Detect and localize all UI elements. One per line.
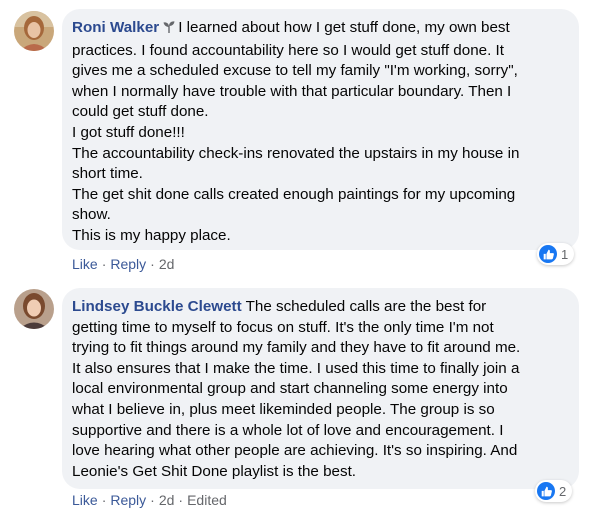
comment-timestamp[interactable]: 2d xyxy=(159,492,175,508)
comment-line: practices. I found accountability here s… xyxy=(72,41,504,59)
comment-timestamp[interactable]: 2d xyxy=(159,256,175,272)
separator: · xyxy=(150,492,155,508)
reaction-count: 2 xyxy=(559,483,567,499)
comment-line: This is my happy place. xyxy=(72,226,231,244)
comment-line: I got stuff done!!! xyxy=(72,123,185,141)
comment-line: The get shit done calls created enough p… xyxy=(72,185,516,203)
comment-line: getting time to myself to focus on stuff… xyxy=(72,318,494,336)
separator: · xyxy=(101,256,107,272)
comment-line: love hearing what other people are achie… xyxy=(72,442,518,460)
comment-line: what I believe in, plus meet likeminded … xyxy=(72,400,495,418)
edited-label[interactable]: Edited xyxy=(187,492,227,508)
comment-first-line: Lindsey Buckle Clewett The scheduled cal… xyxy=(72,297,567,318)
avatar[interactable] xyxy=(14,11,54,51)
comment-line: short time. xyxy=(72,165,143,183)
like-icon xyxy=(537,482,555,500)
comment-line: supportive and there is a whole lot of l… xyxy=(72,421,504,439)
author-name[interactable]: Roni Walker xyxy=(72,19,159,36)
comment-line: The accountability check-ins renovated t… xyxy=(72,144,520,162)
like-button[interactable]: Like xyxy=(72,492,98,508)
comment-line: The scheduled calls are the best for xyxy=(245,298,487,315)
comment-line: could get stuff done. xyxy=(72,103,209,121)
comment-line: I learned about how I get stuff done, my… xyxy=(178,19,510,36)
reaction-summary[interactable]: 2 xyxy=(535,480,573,502)
comment-line: trying to fit things around my family an… xyxy=(72,339,521,357)
comment-line: when I normally have trouble with that p… xyxy=(72,82,512,100)
comment-bubble: Roni Walker I learned about how I get stu… xyxy=(62,9,579,250)
sprout-icon xyxy=(162,20,176,41)
reaction-summary[interactable]: 1 xyxy=(537,243,575,265)
author-name[interactable]: Lindsey Buckle Clewett xyxy=(72,298,242,315)
comment-bubble: Lindsey Buckle Clewett The scheduled cal… xyxy=(62,288,579,489)
separator: · xyxy=(150,256,155,272)
like-button[interactable]: Like xyxy=(72,256,98,272)
comment-line: show. xyxy=(72,206,111,224)
separator: · xyxy=(101,492,107,508)
avatar[interactable] xyxy=(14,289,54,329)
comment-line: It also ensures that I make the time. I … xyxy=(72,359,520,377)
separator: · xyxy=(178,492,184,508)
reaction-count: 1 xyxy=(561,246,569,262)
comment-actions: Like · Reply · 2d · Edited xyxy=(72,492,227,508)
comment-line: gives me a scheduled excuse to tell my f… xyxy=(72,62,518,80)
reply-button[interactable]: Reply xyxy=(110,256,146,272)
comment-first-line: Roni Walker I learned about how I get stu… xyxy=(72,18,567,41)
comment-actions: Like · Reply · 2d xyxy=(72,256,174,272)
reply-button[interactable]: Reply xyxy=(110,492,146,508)
comment-line: local environmental group and start chan… xyxy=(72,380,508,398)
like-icon xyxy=(539,245,557,263)
comment-line: Leonie's Get Shit Done playlist is the b… xyxy=(72,462,357,480)
